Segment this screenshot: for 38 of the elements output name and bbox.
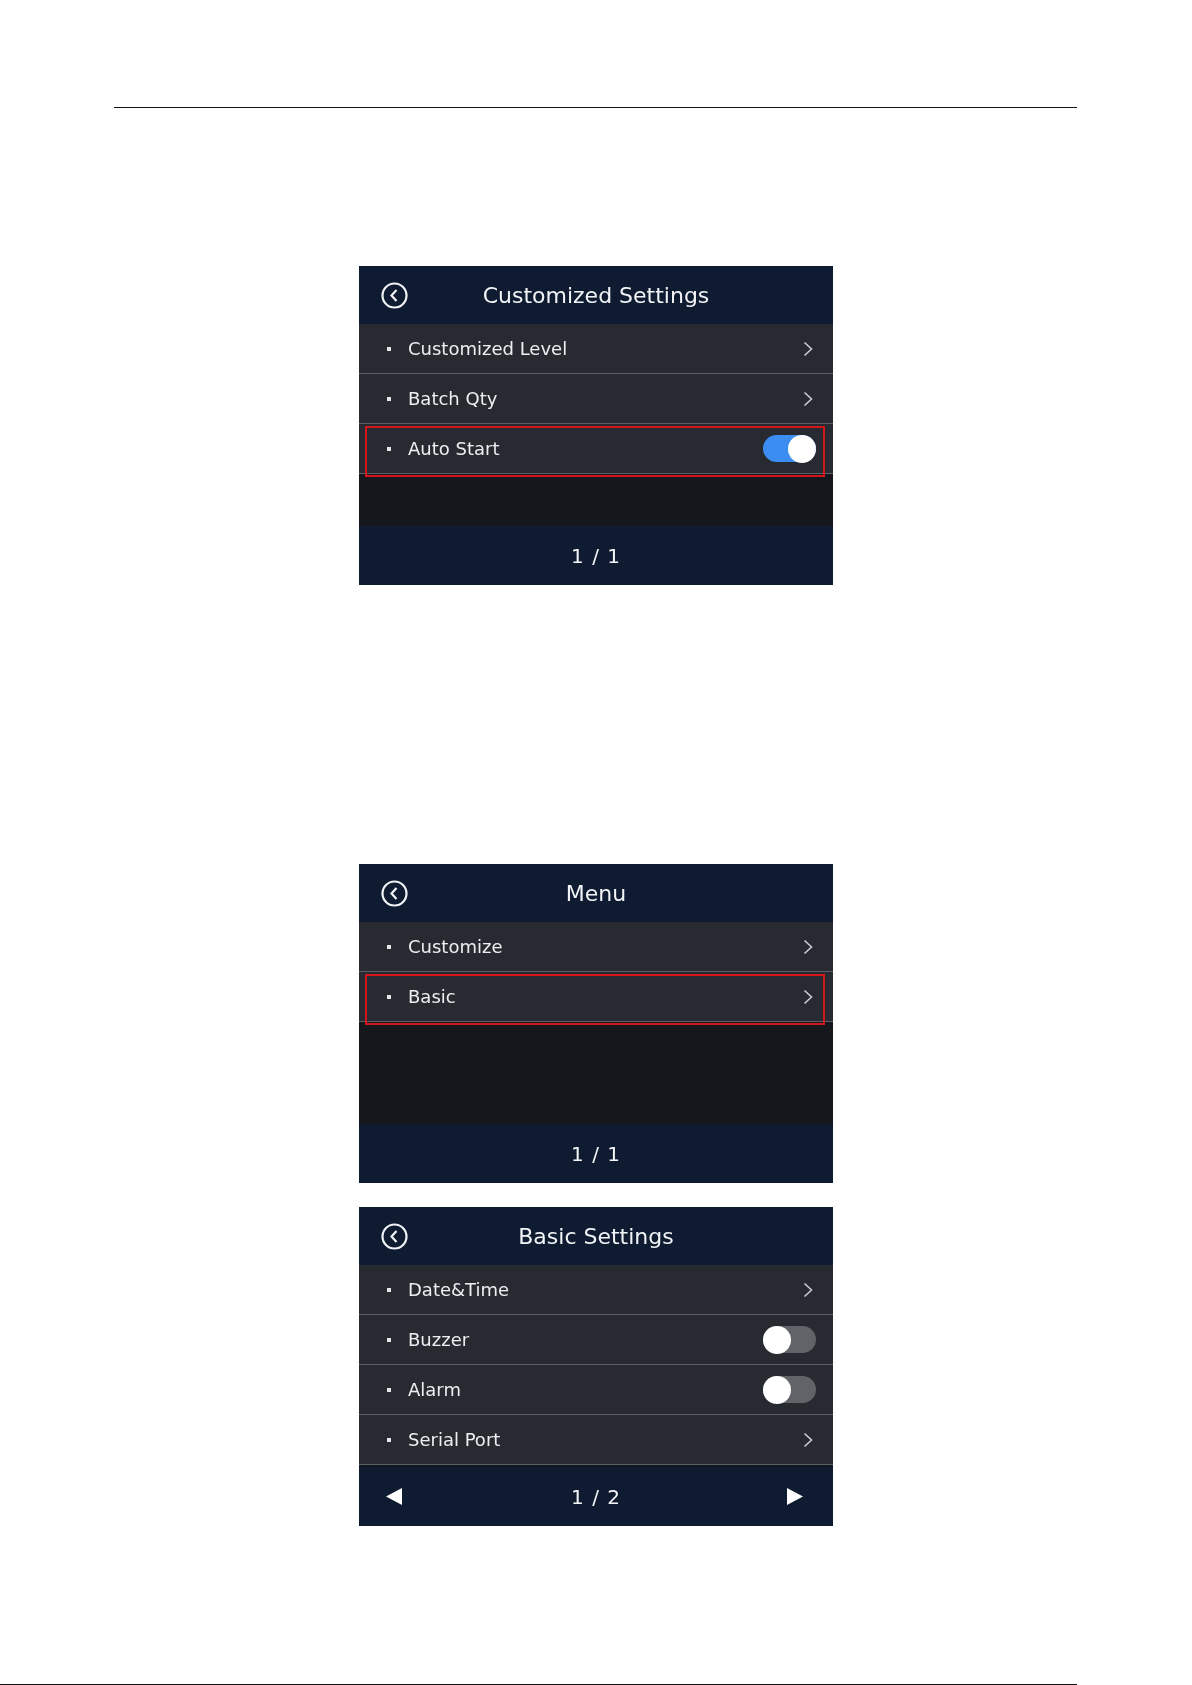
screen-title: Customized Settings <box>482 282 710 308</box>
back-icon[interactable] <box>381 281 408 309</box>
bullet-icon <box>387 944 391 949</box>
bullet-icon <box>387 1287 391 1292</box>
bullet-icon <box>387 994 391 999</box>
screen-title: Basic Settings <box>518 1223 674 1249</box>
triangle-left-icon[interactable] <box>386 1488 402 1505</box>
chevron-right-icon <box>803 988 813 1005</box>
chevron-right-icon <box>803 1431 813 1448</box>
menu-item[interactable]: Basic <box>359 972 833 1022</box>
screen-title: Menu <box>565 880 627 906</box>
menu-item[interactable]: Date&Time <box>359 1265 833 1315</box>
menu-item[interactable]: Alarm <box>359 1365 833 1415</box>
bullet-icon <box>387 1337 391 1342</box>
toggle-switch[interactable] <box>763 1376 816 1403</box>
bullet-icon <box>387 346 391 351</box>
bullet-icon <box>387 396 391 401</box>
page-indicator: 1 / 1 <box>571 543 621 568</box>
chevron-right-icon <box>803 390 813 407</box>
triangle-right-icon[interactable] <box>787 1488 803 1505</box>
chevron-right-icon <box>803 938 813 955</box>
back-icon[interactable] <box>381 879 408 907</box>
menu-item[interactable]: Batch Qty <box>359 374 833 424</box>
toggle-switch[interactable] <box>763 1326 816 1353</box>
bullet-icon <box>387 446 391 451</box>
back-icon[interactable] <box>381 1222 408 1250</box>
toggle-switch[interactable] <box>763 435 816 462</box>
menu-item[interactable]: Customize <box>359 922 833 972</box>
menu-item[interactable]: Auto Start <box>359 424 833 474</box>
page-indicator: 1 / 1 <box>571 1141 621 1166</box>
menu-item[interactable]: Serial Port <box>359 1415 833 1465</box>
menu-item[interactable]: Customized Level <box>359 324 833 374</box>
bullet-icon <box>387 1387 391 1392</box>
page-indicator: 1 / 2 <box>571 1484 621 1509</box>
chevron-right-icon <box>803 340 813 357</box>
bullet-icon <box>387 1437 391 1442</box>
chevron-right-icon <box>803 1281 813 1298</box>
menu-item[interactable]: Buzzer <box>359 1315 833 1365</box>
